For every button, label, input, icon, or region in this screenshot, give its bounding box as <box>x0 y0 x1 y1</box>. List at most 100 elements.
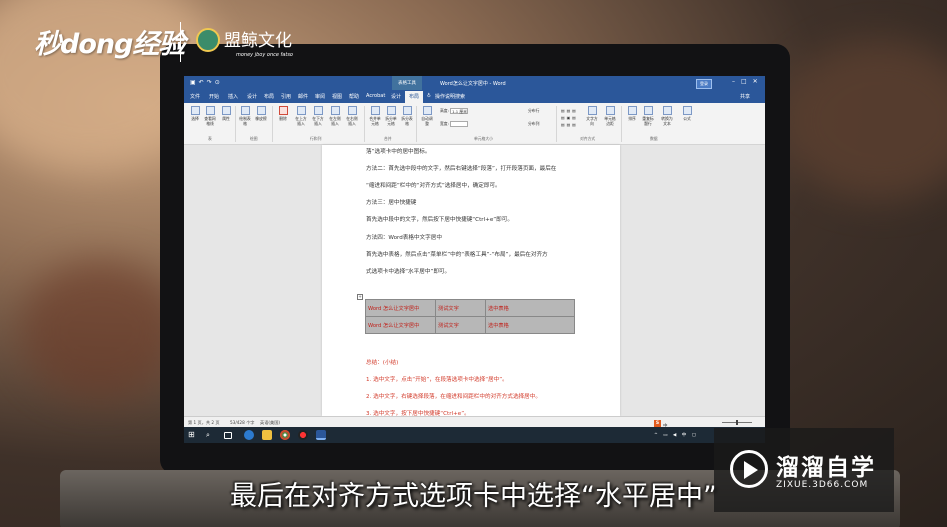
document-title: Word怎么让文字居中 - Word <box>440 81 506 87</box>
tab-references[interactable]: 引用 <box>281 93 291 100</box>
tab-view[interactable]: 视图 <box>332 93 342 100</box>
properties-button[interactable]: 属性 <box>219 106 233 122</box>
table-cell[interactable]: Word 怎么让文字居中 <box>365 299 436 317</box>
tab-acrobat[interactable]: Acrobat <box>366 93 385 99</box>
watermark-name: 溜溜自学 <box>776 455 876 481</box>
cell-margins-icon <box>605 106 615 115</box>
quick-access-icons[interactable]: ▣↶↷⊙ <box>190 79 223 86</box>
convert-to-text-button[interactable]: 转换为文本 <box>660 106 674 126</box>
share-button[interactable]: 共享 <box>740 93 750 100</box>
chrome-icon[interactable] <box>280 430 290 440</box>
windows-start-icon[interactable]: ⊞ <box>188 430 198 440</box>
brand-name: 盟鲸文化 <box>224 31 292 51</box>
distribute-cols-button[interactable]: 分布列 <box>528 121 539 127</box>
tab-design[interactable]: 设计 <box>247 93 257 100</box>
split-table-button[interactable]: 拆分表格 <box>400 106 414 126</box>
taskbar: ⊞ ⌕ ^ ▭ ◀ 中 ▢ <box>184 427 765 443</box>
height-field[interactable]: 高度: 1.1 厘米 <box>440 108 469 114</box>
window-controls[interactable]: –□✕ <box>732 78 764 85</box>
group-table: 表 <box>208 136 212 141</box>
tab-file[interactable]: 文件 <box>190 93 200 100</box>
repeat-header-icon <box>643 106 653 115</box>
selected-table[interactable]: Word 怎么让文字居中 测试文字 选中表格 Word 怎么让文字居中 测试文字… <box>365 299 575 334</box>
pencil-icon <box>240 106 250 115</box>
merge-cells-button[interactable]: 合并单元格 <box>368 106 382 126</box>
tab-table-design[interactable]: 设计 <box>391 93 401 100</box>
group-data: 数据 <box>650 136 658 141</box>
laptop-screen: ▣↶↷⊙ 表格工具 Word怎么让文字居中 - Word 登录 –□✕ 文件 开… <box>184 76 765 443</box>
explorer-icon[interactable] <box>262 430 272 440</box>
table-cell[interactable]: 选中表格 <box>485 299 575 317</box>
tell-me-search[interactable]: 操作说明搜索 <box>435 93 465 100</box>
document-area: 落”选项卡中的居中图标。 方法二：首先选中段中的文字，然后右键选择“段落”，打开… <box>184 145 765 417</box>
properties-icon <box>221 106 231 115</box>
tab-layout[interactable]: 布局 <box>264 93 274 100</box>
login-button[interactable]: 登录 <box>696 79 712 89</box>
insert-right-icon <box>347 106 357 115</box>
sogou-icon: S <box>654 420 661 427</box>
tab-review[interactable]: 审阅 <box>315 93 325 100</box>
ribbon: 选择 查看网格线 属性 绘制表格 橡皮擦 删除 在上方插入 在下方插入 在左侧插… <box>184 103 765 145</box>
select-icon <box>190 106 200 115</box>
text-direction-button[interactable]: 文字方向 <box>585 106 599 126</box>
tab-help[interactable]: 帮助 <box>349 93 359 100</box>
formula-button[interactable]: 公式 <box>680 106 694 122</box>
sort-button[interactable]: 排序 <box>625 106 639 122</box>
table-row: Word 怎么让文字居中 测试文字 选中表格 <box>365 316 575 334</box>
logo-divider <box>180 22 181 62</box>
tab-home[interactable]: 开始 <box>209 93 219 100</box>
distribute-rows-button[interactable]: 分布行 <box>528 108 539 114</box>
insert-right-button[interactable]: 在右侧插入 <box>345 106 359 126</box>
doc-line: 首先选中表格，然后点击“菜单栏”中的“表格工具”-“布局”，最后在对齐方 <box>366 252 548 258</box>
table-row: Word 怎么让文字居中 测试文字 选中表格 <box>365 299 575 317</box>
autofit-icon <box>422 106 432 115</box>
table-cell[interactable]: 测试文字 <box>435 299 486 317</box>
convert-icon <box>662 106 672 115</box>
table-cell[interactable]: Word 怎么让文字居中 <box>365 316 436 334</box>
insert-above-icon <box>296 106 306 115</box>
alignment-grid[interactable]: ▤▤▤ ▤▣▤ ▤▤▤ <box>561 107 578 128</box>
autofit-button[interactable]: 自动调整 <box>420 106 434 126</box>
tab-insert[interactable]: 插入 <box>228 93 238 100</box>
delete-button[interactable]: 删除 <box>276 106 290 122</box>
word-icon[interactable] <box>316 430 326 440</box>
brand-tagline: money jboy once fatso <box>236 52 293 58</box>
summary-line: 2. 选中文字，右键选择段落，在缩进和间距栏中的对齐方式选择居中。 <box>366 394 541 400</box>
split-cells-button[interactable]: 拆分单元格 <box>384 106 398 126</box>
ribbon-separator <box>621 106 622 142</box>
search-icon[interactable]: ⌕ <box>206 430 216 440</box>
draw-table-button[interactable]: 绘制表格 <box>238 106 252 126</box>
insert-below-button[interactable]: 在下方插入 <box>311 106 325 126</box>
language[interactable]: 英语(美国) <box>260 420 280 426</box>
lightbulb-icon: ♁ <box>427 93 431 99</box>
table-cell[interactable]: 测试文字 <box>435 316 486 334</box>
document-page[interactable]: 落”选项卡中的居中图标。 方法二：首先选中段中的文字，然后右键选择“段落”，打开… <box>322 145 620 417</box>
zoom-knob[interactable] <box>736 420 738 425</box>
eraser-button[interactable]: 橡皮擦 <box>254 106 268 122</box>
eraser-icon <box>256 106 266 115</box>
width-field[interactable]: 宽度: <box>440 121 469 127</box>
task-view-icon[interactable] <box>224 432 232 439</box>
table-tools-context: 表格工具 <box>392 76 422 90</box>
tab-mailings[interactable]: 邮件 <box>298 93 308 100</box>
recorder-icon[interactable] <box>298 430 308 440</box>
repeat-header-button[interactable]: 重复标题行 <box>641 106 655 126</box>
select-button[interactable]: 选择 <box>188 106 202 122</box>
formula-icon <box>682 106 692 115</box>
watermark-url: ZIXUE.3D66.COM <box>776 480 869 490</box>
view-gridlines-button[interactable]: 查看网格线 <box>203 106 217 126</box>
edge-icon[interactable] <box>244 430 254 440</box>
system-tray[interactable]: ^ ▭ ◀ 中 ▢ <box>654 432 698 438</box>
page-count[interactable]: 第 1 页，共 2 页 <box>188 420 220 426</box>
insert-left-icon <box>330 106 340 115</box>
cell-margins-button[interactable]: 单元格边距 <box>603 106 617 126</box>
insert-above-button[interactable]: 在上方插入 <box>294 106 308 126</box>
word-count[interactable]: 53/428 个字 <box>230 420 254 426</box>
gridlines-icon <box>205 106 215 115</box>
table-cell[interactable]: 选中表格 <box>485 316 575 334</box>
table-move-handle[interactable]: + <box>357 294 363 300</box>
tab-table-layout[interactable]: 布局 <box>405 91 424 103</box>
merge-icon <box>370 106 380 115</box>
group-alignment: 对齐方式 <box>580 136 596 141</box>
insert-left-button[interactable]: 在左侧插入 <box>328 106 342 126</box>
